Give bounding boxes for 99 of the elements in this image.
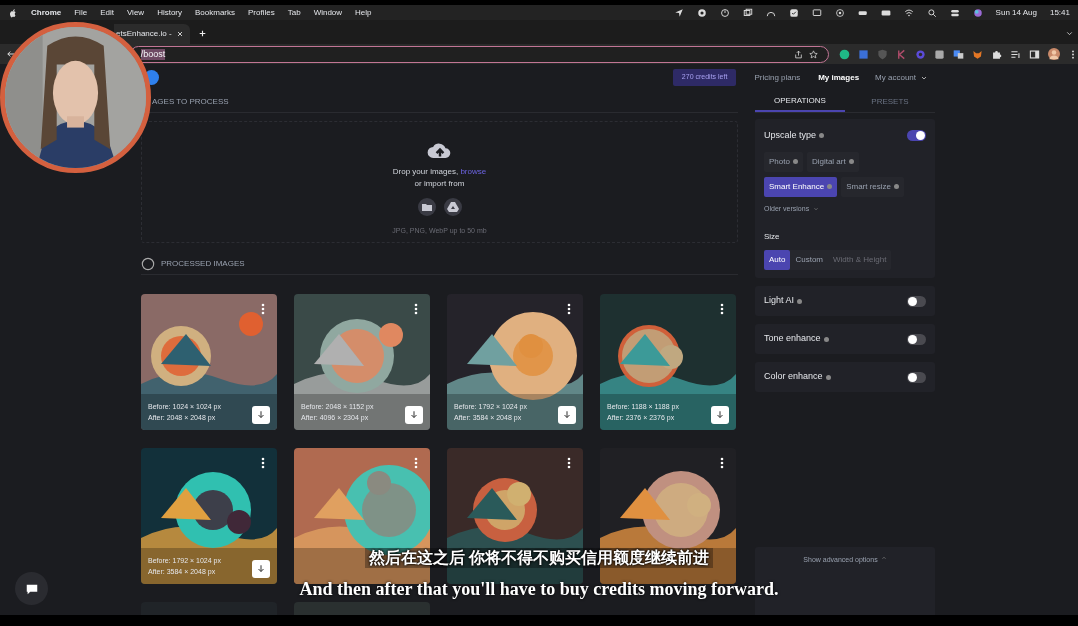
menu-item[interactable]: Profiles bbox=[248, 6, 275, 19]
panel-tab[interactable]: PRESETS bbox=[845, 91, 935, 112]
download-button[interactable] bbox=[405, 406, 423, 424]
setting-label: Color enhance bbox=[764, 370, 831, 384]
download-icon bbox=[256, 564, 266, 574]
chevron-icon[interactable] bbox=[1065, 29, 1074, 38]
nav-link[interactable]: Pricing plans bbox=[754, 71, 801, 84]
panel-tab[interactable]: OPERATIONS bbox=[755, 91, 845, 112]
more-icon[interactable] bbox=[567, 303, 571, 315]
account-menu[interactable]: My account bbox=[875, 71, 928, 84]
record-icon[interactable] bbox=[696, 7, 707, 18]
fox-icon[interactable] bbox=[972, 48, 983, 60]
more-icon[interactable] bbox=[414, 303, 418, 315]
share-icon[interactable] bbox=[794, 49, 803, 59]
check-icon[interactable] bbox=[788, 7, 799, 18]
chevron-icon bbox=[880, 555, 887, 561]
search-icon[interactable] bbox=[926, 7, 937, 18]
location-icon[interactable] bbox=[673, 7, 684, 18]
menu-item[interactable]: Tab bbox=[287, 6, 301, 19]
menu-bar-clock: 15:41 bbox=[1049, 6, 1070, 19]
download-button[interactable] bbox=[252, 406, 270, 424]
new-tab-icon[interactable] bbox=[198, 29, 207, 38]
tab-title: etsEnhance.io - bbox=[116, 28, 172, 40]
more-icon[interactable] bbox=[720, 457, 724, 469]
setting-label: Tone enhance bbox=[764, 332, 829, 346]
menu-item[interactable]: File bbox=[74, 6, 88, 19]
more-icon[interactable] bbox=[261, 457, 265, 469]
toggle-switch[interactable] bbox=[907, 371, 926, 383]
translate-icon[interactable] bbox=[953, 48, 964, 60]
size-option[interactable]: Auto bbox=[764, 250, 791, 270]
download-button[interactable] bbox=[558, 406, 576, 424]
wifi-icon[interactable] bbox=[903, 7, 914, 18]
setting-label: Upscale type bbox=[764, 129, 825, 143]
menu-item[interactable]: View bbox=[126, 6, 145, 19]
info-icon[interactable] bbox=[792, 159, 798, 164]
subtitle-text: 然后在这之后 你将不得不购买信用额度继续前进 bbox=[364, 548, 714, 568]
type-chip[interactable]: Digital art bbox=[806, 151, 859, 172]
close-icon[interactable] bbox=[176, 30, 184, 38]
size-option[interactable]: Custom bbox=[790, 250, 829, 270]
import-text: or import from bbox=[414, 178, 465, 190]
star-icon[interactable] bbox=[809, 49, 818, 59]
sidebar-icon[interactable] bbox=[1029, 48, 1040, 60]
download-icon bbox=[256, 410, 266, 420]
square-icon[interactable] bbox=[934, 48, 945, 60]
info-icon[interactable] bbox=[823, 336, 829, 342]
info-icon[interactable] bbox=[825, 374, 831, 380]
timer-icon[interactable] bbox=[719, 7, 730, 18]
info-icon[interactable] bbox=[894, 184, 900, 189]
download-icon bbox=[409, 410, 419, 420]
menu-item[interactable]: Window bbox=[313, 6, 343, 19]
target-icon[interactable] bbox=[834, 7, 845, 18]
subtitle-text: And then after that you'll have to buy credits moving forward. bbox=[299, 578, 779, 600]
type-chip[interactable]: Smart resize bbox=[841, 176, 905, 197]
back-icon[interactable] bbox=[6, 49, 16, 59]
screen-icon[interactable] bbox=[811, 7, 822, 18]
more-icon[interactable] bbox=[720, 303, 724, 315]
browse-link[interactable]: browse bbox=[460, 167, 487, 176]
menu-item[interactable]: Bookmarks bbox=[195, 6, 236, 19]
puzzle-icon[interactable] bbox=[991, 48, 1002, 60]
menu-item[interactable]: Edit bbox=[100, 6, 114, 19]
setting-label: Light AI bbox=[764, 294, 803, 308]
toggle-switch[interactable] bbox=[907, 333, 926, 345]
download-button[interactable] bbox=[711, 406, 729, 424]
window-icon[interactable] bbox=[858, 48, 869, 60]
app-menu[interactable]: Chrome bbox=[31, 6, 62, 19]
download-icon bbox=[562, 410, 572, 420]
apple-icon[interactable] bbox=[8, 7, 18, 18]
nav-link[interactable]: My images bbox=[818, 71, 860, 84]
toggle-switch[interactable] bbox=[907, 130, 926, 142]
control-center-icon[interactable] bbox=[949, 7, 960, 18]
section-heading: PROCESSED IMAGES bbox=[161, 257, 245, 270]
orb-icon[interactable] bbox=[972, 7, 983, 18]
menu-item[interactable]: History bbox=[157, 6, 182, 19]
section-heading: AGES TO PROCESS bbox=[152, 95, 229, 108]
avatar-icon[interactable] bbox=[1048, 48, 1060, 60]
download-button[interactable] bbox=[252, 560, 270, 578]
folder-icon[interactable] bbox=[417, 198, 436, 216]
browser-tab[interactable]: etsEnhance.io - bbox=[114, 24, 190, 44]
type-chip[interactable]: Smart Enhance bbox=[764, 176, 838, 197]
menu-bar-date: Sun 14 Aug bbox=[995, 6, 1037, 19]
chevron-icon bbox=[813, 205, 820, 212]
windows-icon[interactable] bbox=[742, 7, 753, 18]
k-icon[interactable] bbox=[896, 48, 907, 60]
playlist-icon[interactable] bbox=[1010, 48, 1021, 60]
menu-item[interactable]: Help bbox=[355, 6, 372, 19]
type-chip[interactable]: Photo bbox=[764, 151, 803, 172]
info-icon[interactable] bbox=[848, 159, 854, 164]
url-text: /boost bbox=[140, 48, 166, 60]
toggle-switch[interactable] bbox=[907, 295, 926, 307]
upload-prompt: Drop your images, browse bbox=[392, 166, 487, 178]
info-icon[interactable] bbox=[819, 133, 825, 139]
download-icon bbox=[715, 410, 725, 420]
setting-label: Size bbox=[764, 231, 781, 243]
drive-icon[interactable] bbox=[443, 198, 462, 216]
more-icon[interactable] bbox=[567, 457, 571, 469]
size-option: Width & Height bbox=[828, 250, 892, 270]
grammar-icon[interactable] bbox=[839, 48, 850, 60]
select-all-checkbox[interactable] bbox=[141, 256, 155, 271]
info-icon[interactable] bbox=[797, 298, 803, 304]
